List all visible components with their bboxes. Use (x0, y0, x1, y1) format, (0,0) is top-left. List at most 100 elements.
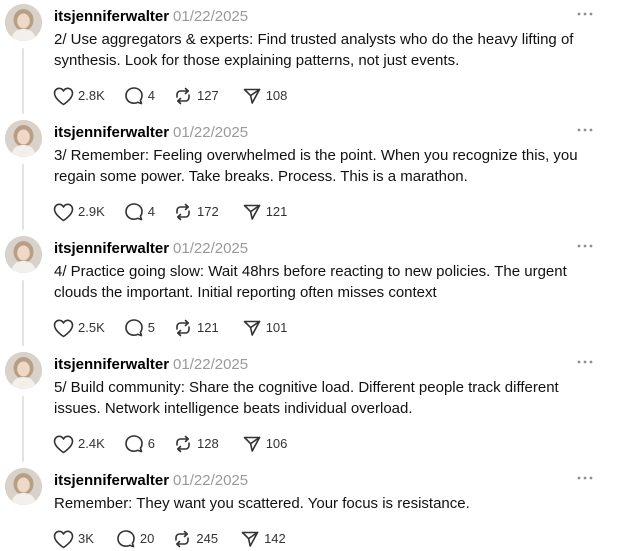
repost-button[interactable]: 121 (173, 318, 219, 338)
post: itsjenniferwalter 01/22/2025 2/ Use aggre… (0, 0, 620, 116)
heart-icon (53, 530, 74, 549)
repost-icon (173, 202, 193, 222)
avatar[interactable] (5, 352, 42, 389)
repost-count: 127 (196, 88, 219, 103)
post-header: itsjenniferwalter 01/22/2025 (54, 7, 248, 27)
send-icon (242, 434, 262, 454)
like-count: 2.8K (78, 88, 105, 103)
heart-icon (53, 435, 74, 454)
comment-icon (116, 529, 136, 549)
username-link[interactable]: itsjenniferwalter (54, 8, 169, 25)
like-button[interactable]: 2.4K (53, 434, 105, 454)
post: itsjenniferwalter 01/22/2025 4/ Practice … (0, 232, 620, 348)
repost-button[interactable]: 128 (173, 434, 219, 454)
post-text: 2/ Use aggregators & experts: Find trust… (54, 31, 574, 69)
avatar[interactable] (5, 236, 42, 273)
share-button[interactable]: 106 (242, 434, 288, 454)
reply-button[interactable]: 5 (124, 318, 155, 338)
username-link[interactable]: itsjenniferwalter (54, 240, 169, 257)
send-icon (242, 202, 262, 222)
like-count: 2.5K (78, 320, 105, 335)
reply-button[interactable]: 20 (116, 529, 154, 549)
post-date: 01/22/2025 (173, 472, 249, 489)
thread-connector (22, 164, 24, 230)
heart-icon (53, 87, 74, 106)
thread-connector (22, 48, 24, 114)
comment-icon (124, 434, 144, 454)
thread-connector (22, 396, 24, 462)
repost-count: 172 (196, 204, 219, 219)
post-text: 4/ Practice going slow: Wait 48hrs befor… (54, 263, 567, 301)
post: itsjenniferwalter 01/22/2025 5/ Build com… (0, 348, 620, 464)
repost-button[interactable]: 127 (173, 86, 219, 106)
username-link[interactable]: itsjenniferwalter (54, 124, 169, 141)
post-text: 3/ Remember: Feeling overwhelmed is the … (54, 147, 578, 185)
more-icon[interactable] (576, 239, 594, 253)
like-button[interactable]: 2.9K (53, 202, 105, 222)
more-icon[interactable] (576, 355, 594, 369)
reply-count: 6 (147, 436, 155, 451)
post-actions: 3K 20 245 142 (53, 529, 286, 549)
post-actions: 2.8K 4 127 108 (53, 86, 287, 106)
post-header: itsjenniferwalter 01/22/2025 (54, 123, 248, 143)
like-button[interactable]: 3K (53, 529, 94, 549)
share-button[interactable]: 142 (240, 529, 286, 549)
post-header: itsjenniferwalter 01/22/2025 (54, 355, 248, 375)
username-link[interactable]: itsjenniferwalter (54, 472, 169, 489)
more-icon[interactable] (576, 7, 594, 21)
post-text: Remember: They want you scattered. Your … (54, 495, 470, 512)
post-date: 01/22/2025 (173, 356, 249, 373)
more-icon[interactable] (576, 123, 594, 137)
share-count: 108 (265, 88, 288, 103)
send-icon (242, 86, 262, 106)
share-button[interactable]: 121 (242, 202, 288, 222)
like-count: 2.4K (78, 436, 105, 451)
reply-count: 4 (147, 204, 155, 219)
post-date: 01/22/2025 (173, 240, 249, 257)
like-count: 3K (78, 531, 94, 546)
share-button[interactable]: 108 (242, 86, 288, 106)
avatar[interactable] (5, 4, 42, 41)
share-count: 121 (265, 204, 288, 219)
reply-count: 20 (139, 531, 155, 546)
thread: itsjenniferwalter 01/22/2025 2/ Use aggre… (0, 0, 620, 551)
comment-icon (124, 202, 144, 222)
post: itsjenniferwalter 01/22/2025 3/ Remember:… (0, 116, 620, 232)
share-button[interactable]: 101 (242, 318, 288, 338)
post-header: itsjenniferwalter 01/22/2025 (54, 471, 248, 491)
share-count: 142 (264, 531, 286, 546)
post-actions: 2.9K 4 172 121 (53, 202, 287, 222)
repost-button[interactable]: 172 (173, 202, 219, 222)
share-count: 106 (265, 436, 288, 451)
heart-icon (53, 203, 74, 222)
post-text: 5/ Build community: Share the cognitive … (54, 379, 559, 417)
repost-count: 245 (196, 531, 219, 546)
send-icon (242, 318, 262, 338)
repost-icon (172, 529, 192, 549)
avatar[interactable] (5, 468, 42, 505)
post-date: 01/22/2025 (173, 124, 249, 141)
post-actions: 2.4K 6 128 106 (53, 434, 287, 454)
repost-icon (173, 86, 193, 106)
repost-count: 121 (196, 320, 219, 335)
repost-icon (173, 318, 193, 338)
reply-button[interactable]: 6 (124, 434, 155, 454)
reply-count: 5 (147, 320, 155, 335)
like-button[interactable]: 2.8K (53, 86, 105, 106)
heart-icon (53, 319, 74, 338)
repost-icon (173, 434, 193, 454)
avatar[interactable] (5, 120, 42, 157)
more-icon[interactable] (576, 471, 594, 485)
like-button[interactable]: 2.5K (53, 318, 105, 338)
reply-button[interactable]: 4 (124, 86, 155, 106)
username-link[interactable]: itsjenniferwalter (54, 356, 169, 373)
thread-connector (22, 280, 24, 346)
repost-button[interactable]: 245 (172, 529, 218, 549)
comment-icon (124, 318, 144, 338)
share-count: 101 (265, 320, 288, 335)
comment-icon (124, 86, 144, 106)
post: itsjenniferwalter 01/22/2025 Remember: Th… (0, 464, 620, 551)
post-actions: 2.5K 5 121 101 (53, 318, 287, 338)
send-icon (240, 529, 260, 549)
reply-button[interactable]: 4 (124, 202, 155, 222)
